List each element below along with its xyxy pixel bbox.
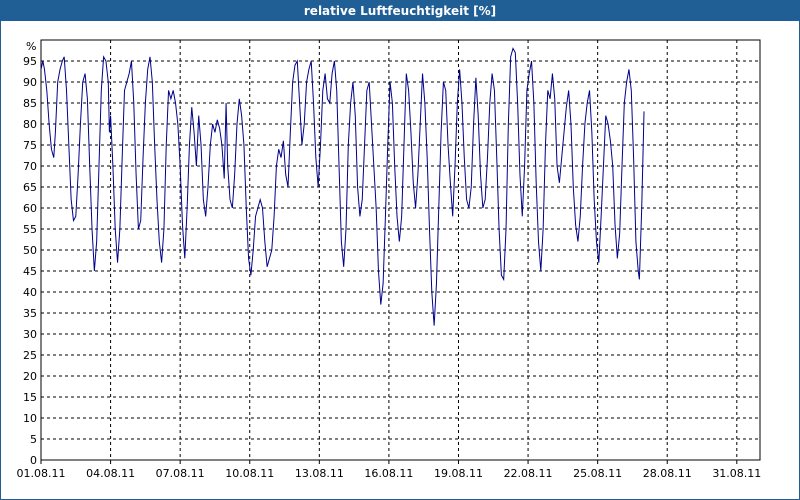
plot-area: [40, 39, 761, 461]
y-tick-label: 70: [23, 160, 37, 173]
y-tick-label: 60: [23, 202, 37, 215]
y-tick-label: 80: [23, 118, 37, 131]
y-tick-label: 30: [23, 328, 37, 341]
x-tick-label: 10.08.11: [225, 467, 274, 480]
y-axis-unit: %: [26, 40, 36, 53]
x-tick-label: 13.08.11: [295, 467, 344, 480]
grid: [41, 40, 760, 460]
y-tick-label: 90: [23, 76, 37, 89]
y-tick-label: 35: [23, 307, 37, 320]
x-tick-label: 28.08.11: [643, 467, 692, 480]
y-tick-label: 95: [23, 55, 37, 68]
y-tick-label: 85: [23, 97, 37, 110]
y-tick-label: 50: [23, 244, 37, 257]
y-tick-label: 25: [23, 349, 37, 362]
x-axis: 01.08.11 04.08.11 07.08.11 10.08.11 13.08.11…: [17, 460, 761, 480]
y-tick-label: 45: [23, 265, 37, 278]
y-tick-label: 75: [23, 139, 37, 152]
x-tick-label: 19.08.11: [434, 467, 483, 480]
x-tick-label: 01.08.11: [17, 467, 66, 480]
y-tick-label: 0: [30, 454, 37, 467]
humidity-chart: 0 5 10 15 20 25 30 35 40 45 50 55 60 65 70 75 80 85 90 95 0…: [17, 39, 761, 480]
x-tick-label: 07.08.11: [156, 467, 205, 480]
y-tick-label: 15: [23, 391, 37, 404]
x-tick-label: 25.08.11: [573, 467, 622, 480]
y-tick-label: 55: [23, 223, 37, 236]
y-tick-label: 10: [23, 412, 37, 425]
y-tick-label: 65: [23, 181, 37, 194]
y-tick-label: 40: [23, 286, 37, 299]
x-tick-label: 31.08.11: [712, 467, 761, 480]
y-tick-label: 20: [23, 370, 37, 383]
y-axis: 0 5 10 15 20 25 30 35 40 45 50 55 60 65 70 75 80 85 90 95: [23, 55, 37, 467]
x-tick-label: 16.08.11: [364, 467, 413, 480]
x-tick-label: 22.08.11: [504, 467, 553, 480]
x-tick-label: 04.08.11: [86, 467, 135, 480]
y-tick-label: 5: [30, 433, 37, 446]
